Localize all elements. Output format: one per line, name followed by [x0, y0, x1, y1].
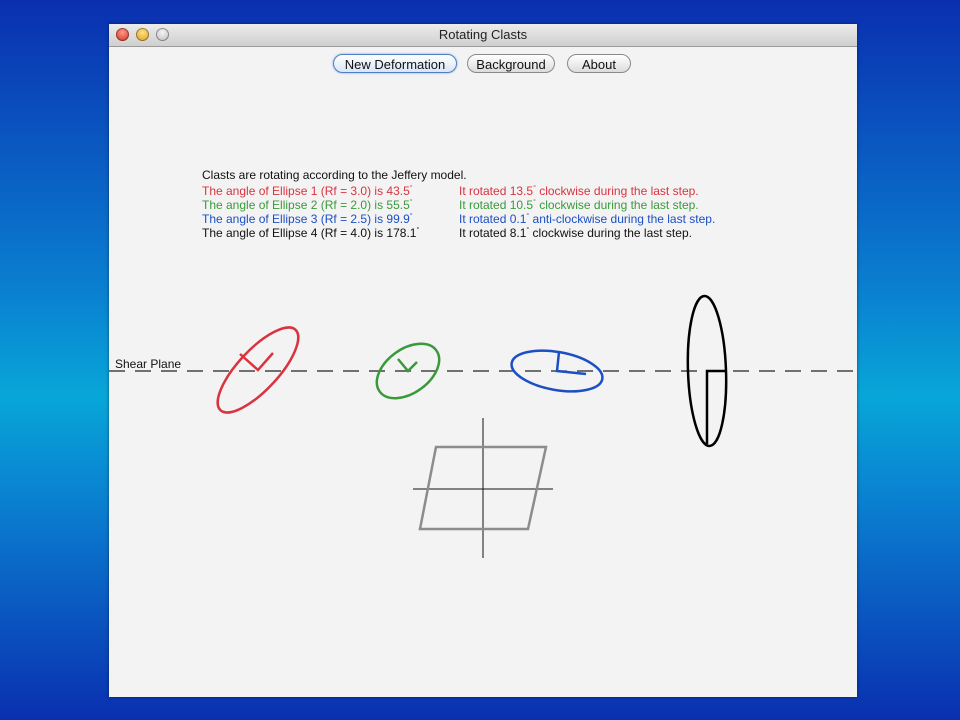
window-title: Rotating Clasts [438, 27, 528, 42]
deformation-grid [413, 418, 553, 558]
shear-plane-label: Shear Plane [115, 357, 182, 371]
ellipse-1 [216, 326, 300, 414]
deformation-canvas [109, 294, 857, 558]
app-window: Rotating Clasts New Deformation Backgrou… [109, 24, 857, 697]
ellipse-2 [375, 342, 441, 400]
ellipse-4-axes [705, 369, 726, 444]
title-bar[interactable]: Rotating Clasts [109, 24, 857, 47]
ellipse-2-axes [397, 358, 418, 373]
